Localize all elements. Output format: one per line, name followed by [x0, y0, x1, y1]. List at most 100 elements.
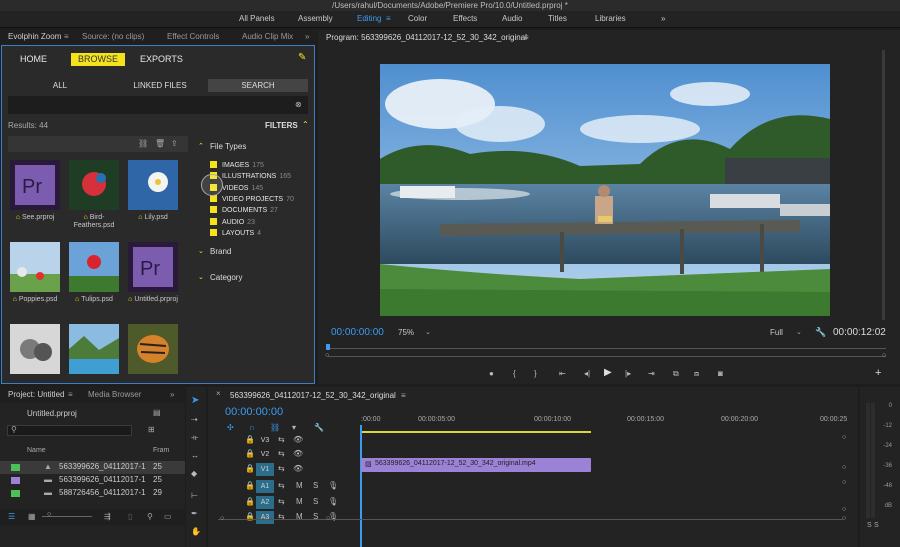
video-scroll-bottom-handle[interactable]: ○	[842, 464, 846, 471]
timeline-zoom-left-handle[interactable]: ○	[220, 515, 224, 522]
extract-icon[interactable]: ⧈	[694, 369, 699, 379]
category-label[interactable]: Category	[210, 273, 242, 282]
file-types-collapse-icon[interactable]: ⌃	[198, 142, 204, 150]
project-row[interactable]: ▲ 563399626_04112017-1 25	[0, 461, 185, 474]
track-label-a1[interactable]: A1	[256, 480, 274, 493]
timeline-settings-icon[interactable]: 🔧	[314, 423, 324, 432]
workspace-assembly[interactable]: Assembly	[298, 14, 333, 23]
column-name[interactable]: Name	[27, 447, 46, 454]
selection-tool-icon[interactable]: ➤	[191, 395, 199, 406]
track-label-a3[interactable]: A3	[256, 511, 274, 524]
brand-expand-icon[interactable]: ⌄	[198, 247, 204, 255]
project-tab-menu-icon[interactable]: ≡	[68, 390, 73, 399]
program-menu-icon[interactable]: ≡	[524, 33, 529, 42]
go-to-out-icon[interactable]: ⇥	[648, 369, 655, 378]
label-color-swatch[interactable]	[11, 490, 20, 497]
link-icon[interactable]: ⛓	[138, 139, 148, 148]
timeline-timecode[interactable]: 00:00:00:00	[225, 406, 283, 418]
solo-right-icon[interactable]: S	[874, 522, 879, 529]
thumbnail-item[interactable]	[123, 324, 183, 374]
icon-view-icon[interactable]: ▦	[28, 512, 36, 521]
file-type-filter[interactable]: IMAGES 175	[210, 161, 264, 169]
sync-lock-icon[interactable]: ⇆	[278, 435, 285, 444]
label-color-swatch[interactable]	[11, 464, 20, 471]
slip-tool-icon[interactable]: ⊢	[191, 491, 198, 500]
track-label-a2[interactable]: A2	[256, 496, 274, 509]
tab-menu-icon[interactable]: ≡	[64, 32, 69, 41]
zoom-bar[interactable]	[328, 356, 886, 357]
eye-icon[interactable]: 👁	[293, 449, 303, 458]
new-bin-icon[interactable]: ⊞	[148, 425, 155, 434]
lift-icon[interactable]: ⧉	[673, 369, 679, 379]
zoom-slider-handle[interactable]: ○	[47, 511, 51, 518]
scrubber-track[interactable]	[328, 348, 886, 349]
thumbnail-item[interactable]: ⌂ Bird-Feathers.psd	[64, 160, 124, 230]
more-workspaces-icon[interactable]: »	[661, 14, 665, 23]
tab-project[interactable]: Project: Untitled	[8, 390, 64, 399]
segment-all[interactable]: ALL	[10, 79, 110, 92]
timeline-zoom-track-handle[interactable]: ○	[326, 515, 330, 522]
mark-out-icon[interactable]: }	[534, 369, 537, 378]
file-type-filter[interactable]: AUDIO 23	[210, 217, 255, 226]
tab-evolphin-zoom[interactable]: Evolphin Zoom	[8, 32, 61, 41]
workspace-all-panels[interactable]: All Panels	[239, 14, 275, 23]
thumbnail-item[interactable]: ⌂ Poppies.psd	[5, 242, 65, 304]
find-icon[interactable]: ⚲	[147, 512, 153, 521]
audio-scroll-top-handle[interactable]: ○	[842, 479, 846, 486]
file-type-filter[interactable]: VIDEO PROJECTS 70	[210, 194, 294, 203]
zoom-chevron-icon[interactable]: ⌄	[425, 328, 431, 336]
track-lock-icon[interactable]: 🔒	[245, 435, 255, 444]
project-bin-icon[interactable]: ▤	[153, 408, 161, 417]
sync-lock-icon[interactable]: ⇆	[278, 497, 285, 506]
track-label-v3[interactable]: V3	[256, 434, 274, 447]
thumbnail-item[interactable]: ⌂ Lily.psd	[123, 160, 183, 222]
tab-media-browser[interactable]: Media Browser	[88, 390, 141, 399]
step-back-icon[interactable]: ◂|	[584, 369, 590, 378]
track-label-v2[interactable]: V2	[256, 448, 274, 461]
add-marker-icon[interactable]: ●	[489, 369, 494, 378]
playhead-timecode[interactable]: 00:00:00:00	[331, 327, 384, 338]
filter-checkbox[interactable]	[210, 206, 217, 214]
mark-in-icon[interactable]: {	[513, 369, 516, 378]
add-marker-timeline-icon[interactable]: ▾	[292, 423, 296, 432]
nav-exports[interactable]: EXPORTS	[140, 53, 183, 66]
monitor-scrollbar[interactable]	[882, 50, 885, 320]
razor-tool-icon[interactable]: ◆	[191, 469, 197, 478]
sync-lock-icon[interactable]: ⇆	[278, 481, 285, 490]
filter-checkbox[interactable]	[210, 228, 217, 236]
automate-icon[interactable]: ⇶	[104, 512, 111, 521]
segment-linked-files[interactable]: LINKED FILES	[110, 79, 210, 92]
filters-label[interactable]: FILTERS	[265, 121, 298, 130]
label-color-swatch[interactable]	[11, 477, 20, 484]
snap-icon[interactable]: ∩	[249, 423, 255, 432]
quality-chevron-icon[interactable]: ⌄	[796, 328, 802, 336]
add-button-icon[interactable]: +	[875, 367, 881, 379]
video-clip[interactable]: ▨ 563399626_04112017-12_52_30_342_origin…	[361, 458, 591, 472]
upload-icon[interactable]: ⇪	[171, 139, 178, 148]
mute-button[interactable]: M	[296, 481, 303, 490]
hand-tool-icon[interactable]: ✋	[191, 527, 201, 536]
eye-icon[interactable]: 👁	[293, 435, 303, 444]
rate-stretch-tool-icon[interactable]: ↔	[191, 451, 199, 460]
filters-collapse-icon[interactable]: ⌃	[302, 120, 309, 129]
project-more-tabs-icon[interactable]: »	[170, 390, 174, 399]
hamburger-menu-icon[interactable]: ≡	[386, 14, 391, 23]
timeline-playhead[interactable]	[360, 425, 362, 547]
notification-bell-icon[interactable]: ✎	[298, 52, 306, 63]
solo-button[interactable]: S	[313, 497, 318, 506]
track-lock-icon[interactable]: 🔒	[245, 481, 255, 490]
brand-label[interactable]: Brand	[210, 247, 231, 256]
mic-icon[interactable]: 🎙	[328, 481, 338, 490]
tab-effect-controls[interactable]: Effect Controls	[167, 32, 219, 41]
export-frame-icon[interactable]: ◙	[718, 369, 723, 378]
pen-tool-icon[interactable]: ✒	[191, 509, 198, 518]
filter-checkbox[interactable]	[210, 161, 217, 168]
workspace-effects[interactable]: Effects	[453, 14, 477, 23]
workspace-editing[interactable]: Editing	[357, 14, 381, 23]
workspace-libraries[interactable]: Libraries	[595, 14, 626, 23]
quality-select[interactable]: Full	[770, 328, 783, 337]
thumbnail-item[interactable]	[5, 324, 65, 374]
mic-icon[interactable]: 🎙	[328, 497, 338, 506]
tab-audio-clip-mix[interactable]: Audio Clip Mix	[242, 32, 293, 41]
bin-icon[interactable]: ▯	[128, 512, 132, 521]
